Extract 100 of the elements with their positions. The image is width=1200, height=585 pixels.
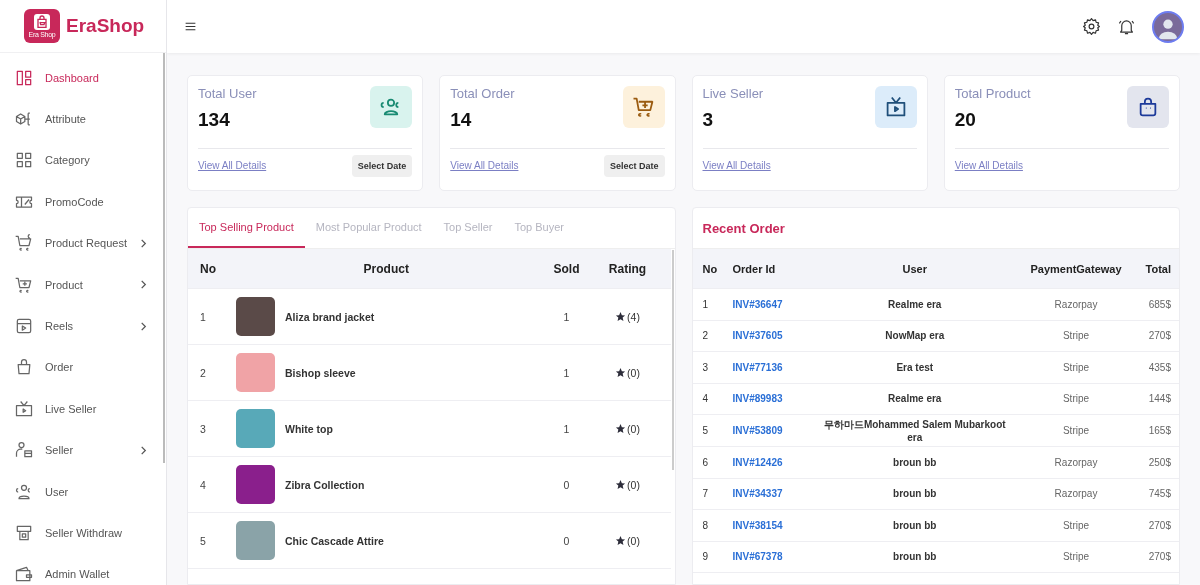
row-number: 2 <box>200 366 207 379</box>
stat-value: 14 <box>450 109 473 131</box>
row-number: 5 <box>702 425 710 436</box>
sidebar-item[interactable]: Admin Wallet <box>0 553 166 585</box>
column-header: Total <box>1144 262 1171 275</box>
order-total: 250$ <box>1147 456 1171 468</box>
payment-gateway: Razorpay <box>1053 488 1099 500</box>
row-number: 4 <box>702 393 710 405</box>
row-number: 1 <box>702 298 710 310</box>
sidebar-item[interactable]: Attribute <box>0 98 166 140</box>
order-total: 685$ <box>1147 298 1171 310</box>
stat-icon <box>874 86 917 128</box>
stat-icon <box>370 86 413 128</box>
view-details-link[interactable]: View All Details <box>702 160 771 171</box>
order-id-link[interactable]: INV#89983 <box>732 393 783 405</box>
sidebar-item[interactable]: PromoCode <box>0 181 166 223</box>
sold-count: 1 <box>562 422 571 435</box>
order-total: 435$ <box>1147 361 1171 373</box>
stat-icon <box>622 86 665 128</box>
column-header: Product <box>362 261 410 276</box>
sidebar-item[interactable]: Product <box>0 263 166 306</box>
rating-count: (4) <box>627 310 640 323</box>
product-name: Zibra Collection <box>285 478 365 491</box>
select-date-button[interactable]: Select Date <box>603 154 665 177</box>
menu-icon[interactable] <box>184 20 197 33</box>
stat-title: Total Product <box>954 86 1031 101</box>
notification-bell-icon[interactable] <box>1117 17 1136 36</box>
stat-value: 134 <box>198 109 231 131</box>
order-id-link[interactable]: INV#34337 <box>732 488 783 500</box>
row-number: 4 <box>200 478 207 491</box>
order-id-link[interactable]: INV#77136 <box>732 361 783 373</box>
rating-count: (0) <box>627 422 640 435</box>
user-name: Realme era <box>887 393 943 405</box>
user-name: broun bb <box>892 519 938 531</box>
sidebar-item[interactable]: Reels <box>0 305 166 347</box>
sidebar-item[interactable]: Live Seller <box>0 388 166 430</box>
sidebar-item[interactable]: Order <box>0 346 166 389</box>
payment-gateway: Stripe <box>1061 361 1091 373</box>
view-details-link[interactable]: View All Details <box>450 160 519 171</box>
order-id-link[interactable]: INV#12426 <box>732 456 783 468</box>
column-header: User <box>901 262 928 275</box>
stat-title: Total User <box>198 86 257 101</box>
photo-placeholder <box>236 353 275 392</box>
row-number: 6 <box>702 456 710 468</box>
sidebar-item[interactable]: Seller Withdraw <box>0 512 166 554</box>
sidebar-item[interactable]: Dashboard <box>0 57 166 99</box>
order-id-link[interactable]: INV#67378 <box>732 551 783 563</box>
menu-item-icon <box>14 523 34 543</box>
column-header: Sold <box>552 261 581 276</box>
user-name: 무하마드Mohammed Salem Mubarkoot era <box>822 418 1007 443</box>
star-icon <box>615 479 627 490</box>
order-total: 270$ <box>1147 519 1171 531</box>
rating-count: (0) <box>627 478 640 491</box>
brand-name: EraShop <box>66 15 145 37</box>
menu-item-icon <box>14 233 34 254</box>
sold-count: 1 <box>562 310 571 323</box>
order-id-link[interactable]: INV#37605 <box>732 330 783 342</box>
photo-placeholder <box>236 409 275 448</box>
order-id-link[interactable]: INV#36647 <box>732 298 783 310</box>
shopping-bag-icon <box>34 13 50 30</box>
payment-gateway: Stripe <box>1061 393 1091 405</box>
stat-icon <box>1127 86 1169 128</box>
avatar[interactable] <box>1152 10 1184 43</box>
column-header: Order Id <box>732 262 777 275</box>
sidebar-item[interactable]: Seller <box>0 429 166 471</box>
scrollbar[interactable] <box>671 250 674 470</box>
column-header: No <box>200 261 217 276</box>
product-name: Chic Cascade Attire <box>285 534 384 547</box>
user-name: broun bb <box>892 551 938 563</box>
view-details-link[interactable]: View All Details <box>954 160 1023 171</box>
order-id-link[interactable]: INV#38154 <box>732 519 783 531</box>
select-date-button[interactable]: Select Date <box>351 154 413 177</box>
stat-title: Total Order <box>450 86 515 101</box>
payment-gateway: Razorpay <box>1053 456 1099 468</box>
star-icon <box>615 311 627 322</box>
product-name: Bishop sleeve <box>285 366 356 379</box>
photo-placeholder <box>236 297 275 336</box>
settings-icon[interactable] <box>1082 17 1101 36</box>
sidebar-item[interactable]: User <box>0 470 166 513</box>
product-name: Aliza brand jacket <box>285 310 375 323</box>
order-id-link[interactable]: INV#53809 <box>732 425 783 436</box>
column-header: Rating <box>607 261 648 276</box>
row-number: 9 <box>702 551 710 563</box>
order-total: 745$ <box>1147 488 1171 500</box>
sold-count: 1 <box>562 366 571 379</box>
sidebar-item[interactable]: Product Request <box>0 222 166 264</box>
star-icon <box>615 367 627 378</box>
user-name: Realme era <box>887 298 943 310</box>
user-name: broun bb <box>892 488 938 500</box>
payment-gateway: Stripe <box>1061 519 1091 531</box>
user-name: broun bb <box>892 456 938 468</box>
row-number: 5 <box>200 534 207 547</box>
view-details-link[interactable]: View All Details <box>198 160 267 171</box>
product-name: White top <box>285 422 333 435</box>
order-total: 270$ <box>1147 551 1171 563</box>
scrollbar[interactable] <box>163 53 165 463</box>
sidebar-item[interactable]: Category <box>0 139 166 182</box>
menu-item-icon <box>14 398 34 419</box>
stat-value: 3 <box>702 109 715 131</box>
sold-count: 0 <box>562 478 571 491</box>
